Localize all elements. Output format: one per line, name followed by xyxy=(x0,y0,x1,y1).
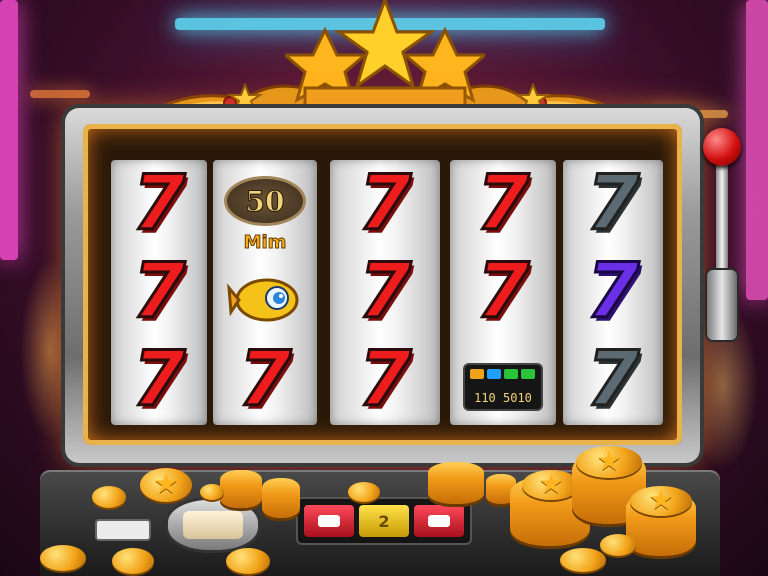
seven-symbol: 7 xyxy=(131,334,187,423)
coin-slot-opening xyxy=(183,511,243,539)
coin-stack xyxy=(220,470,262,508)
ticket-icon xyxy=(318,515,341,527)
gold-coin xyxy=(348,482,380,502)
reel-symbol: 110 5010 xyxy=(450,346,556,428)
seven-symbol: 7 xyxy=(585,334,641,423)
reel-symbol: 7 xyxy=(563,250,663,332)
reel-symbol: 50 xyxy=(213,160,317,242)
star-coin xyxy=(630,486,692,516)
gold-coin xyxy=(600,534,636,556)
indicator-light-orange xyxy=(470,369,484,379)
bet-button-left[interactable] xyxy=(304,505,355,537)
fifty-badge: 50 xyxy=(224,176,306,226)
gold-coin xyxy=(560,548,606,572)
spin-lever-knob[interactable] xyxy=(703,128,741,166)
indicator-light-green xyxy=(504,369,518,379)
reel-symbol: 7 xyxy=(330,250,440,332)
seven-symbol: 7 xyxy=(475,158,531,247)
console-label-plate xyxy=(97,521,149,539)
seven-symbol: 7 xyxy=(131,246,187,335)
indicator-light-green xyxy=(521,369,535,379)
reel-symbol: 7 xyxy=(111,338,207,420)
bet-button-middle[interactable]: 2 xyxy=(358,505,409,537)
seven-symbol: 7 xyxy=(585,246,641,335)
reel-symbol: 7 xyxy=(111,250,207,332)
seven-symbol: 7 xyxy=(131,158,187,247)
payout-display: 110 5010 xyxy=(463,363,543,411)
seven-symbol: 7 xyxy=(237,334,293,423)
reel-3: 7 7 7 xyxy=(330,160,440,425)
reel-symbol: 7 xyxy=(563,162,663,244)
reel-symbol: 7 xyxy=(450,250,556,332)
bet-button-right[interactable] xyxy=(413,505,464,537)
coin-stack xyxy=(262,478,300,518)
reel-2: 50 Mim 7 xyxy=(213,160,317,425)
seven-symbol: 7 xyxy=(357,334,413,423)
reel-4: 7 7 110 5010 xyxy=(450,160,556,425)
neon-sign-right xyxy=(746,0,768,300)
reel-symbol: 7 xyxy=(450,162,556,244)
reel-5: 7 7 7 xyxy=(563,160,663,425)
gold-coin xyxy=(200,484,224,500)
reel-symbol: 7 xyxy=(330,162,440,244)
indicator-light-blue xyxy=(487,369,501,379)
payout-text: 110 5010 xyxy=(474,391,532,405)
gold-coin xyxy=(112,548,154,574)
reel-symbol xyxy=(213,258,317,340)
gold-coin xyxy=(40,545,86,571)
gold-coin xyxy=(92,486,126,508)
button-panel: 2 xyxy=(296,497,472,545)
reel-symbol: 7 xyxy=(213,338,317,420)
star-crown xyxy=(285,0,485,110)
seven-symbol: 7 xyxy=(475,246,531,335)
ticket-icon xyxy=(427,515,450,527)
star-coin xyxy=(576,446,642,478)
neon-sign-left xyxy=(0,0,18,260)
seven-symbol: 7 xyxy=(585,158,641,247)
neon-light-left xyxy=(30,90,90,98)
fish-icon xyxy=(227,278,299,322)
lever-base xyxy=(707,270,737,340)
seven-symbol: 7 xyxy=(357,246,413,335)
seven-symbol: 7 xyxy=(357,158,413,247)
payout-indicator-lights xyxy=(470,369,535,379)
lever-rod[interactable] xyxy=(716,160,728,280)
reel-symbol: 7 xyxy=(563,338,663,420)
mim-label: Mim xyxy=(243,232,287,254)
reel-symbol: 7 xyxy=(330,338,440,420)
reel-symbol: 7 xyxy=(111,162,207,244)
gold-coin xyxy=(226,548,270,574)
coin-stack xyxy=(428,462,484,504)
reel-1: 7 7 7 xyxy=(111,160,207,425)
star-coin xyxy=(140,468,192,502)
